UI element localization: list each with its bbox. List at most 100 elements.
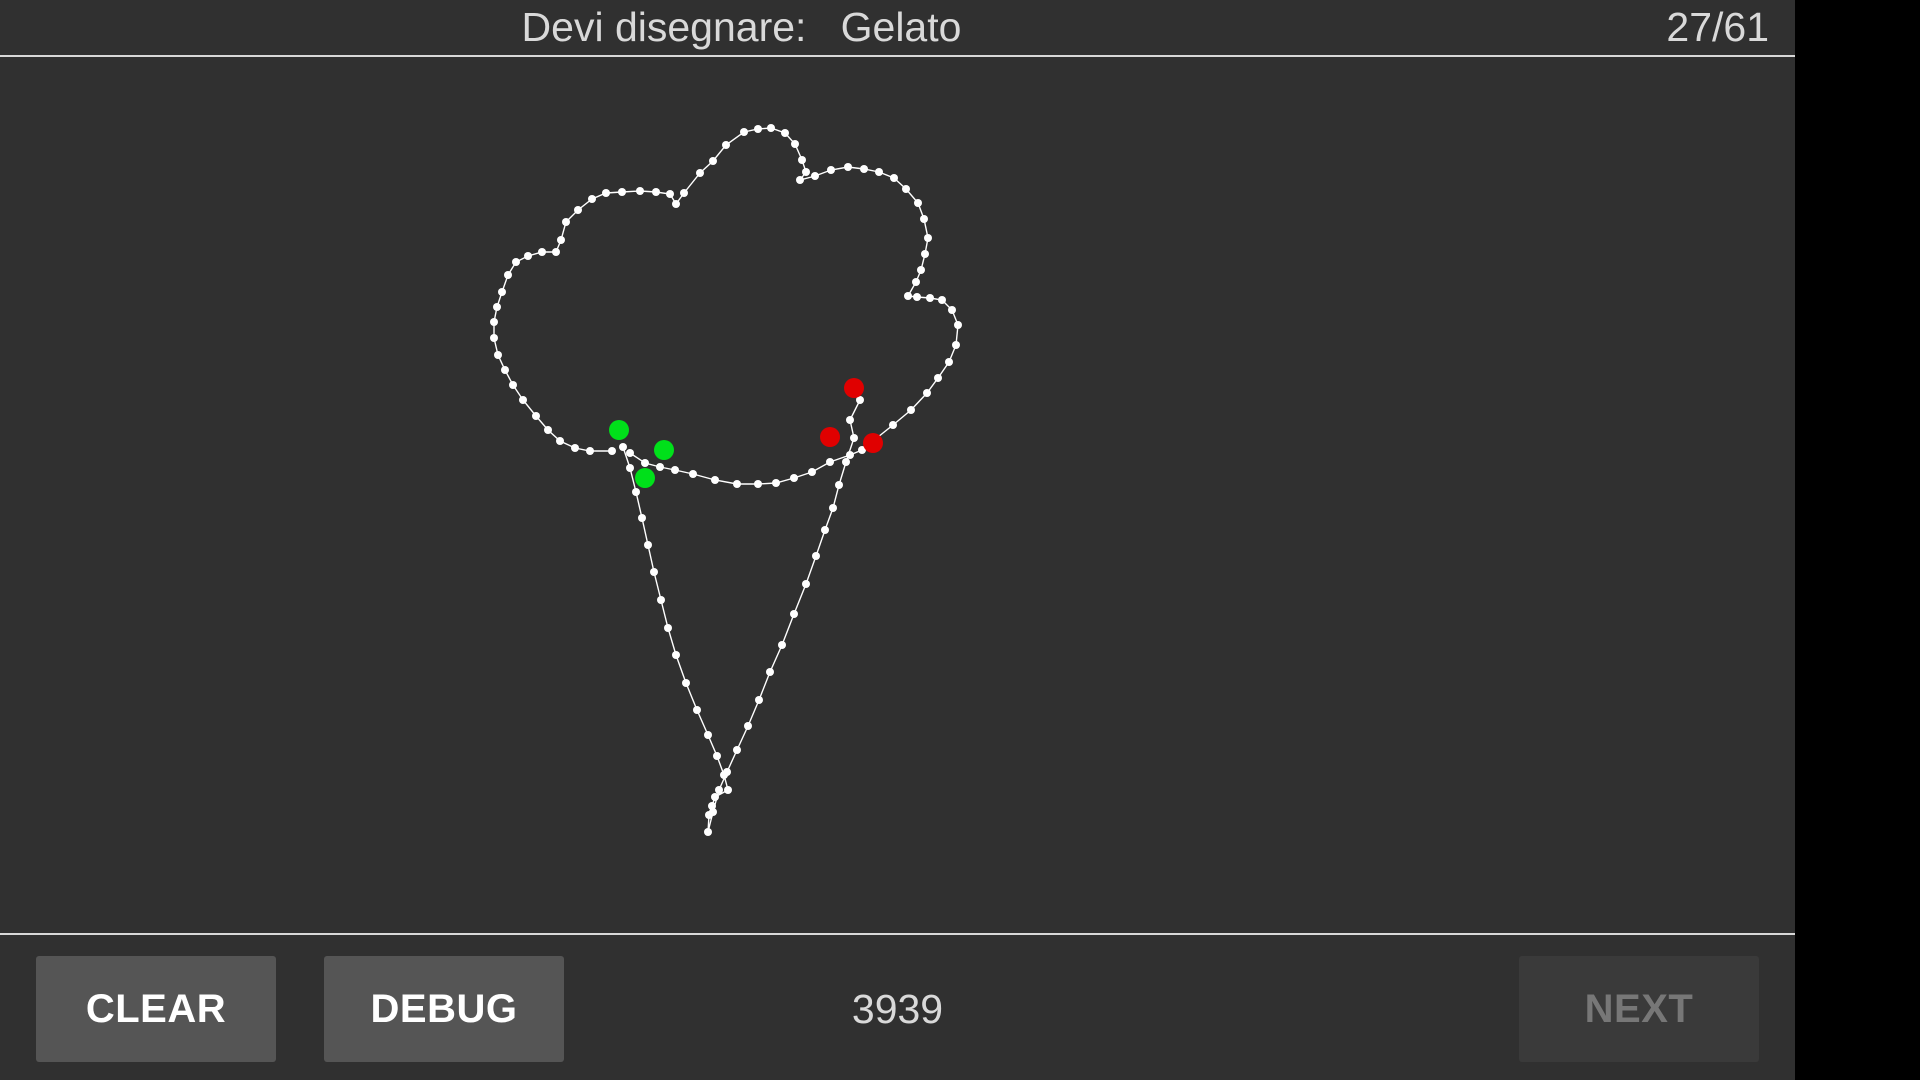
sketch-point (519, 396, 527, 404)
sketch-point (490, 334, 498, 342)
sketch-point (875, 168, 883, 176)
sketch-point (791, 140, 799, 148)
sketch-point (842, 458, 850, 466)
sketch-point (766, 668, 774, 676)
sketch-point (945, 358, 953, 366)
sketch-point (709, 808, 717, 816)
debug-button[interactable]: DEBUG (324, 956, 564, 1062)
sketch-point (538, 248, 546, 256)
sketch-point (671, 466, 679, 474)
sketch-point (923, 389, 931, 397)
sketch-point (921, 250, 929, 258)
sketch-point (917, 266, 925, 274)
sketch-point (493, 303, 501, 311)
sketch-point (490, 318, 498, 326)
sketch-point (532, 412, 540, 420)
sketch-point (713, 752, 721, 760)
sketch-point (934, 374, 942, 382)
sketch-point (664, 624, 672, 632)
sketch-point (954, 321, 962, 329)
sketch-point (722, 141, 730, 149)
sketch-point (796, 176, 804, 184)
sketch-point (704, 731, 712, 739)
sketch-point (498, 288, 506, 296)
sketch-point (890, 174, 898, 182)
sketch-point (696, 169, 704, 177)
sketch-point (744, 722, 752, 730)
sketch-point (672, 200, 680, 208)
sketch-point (829, 504, 837, 512)
sketch-point (811, 172, 819, 180)
correct-marker (654, 440, 674, 460)
sketch-point (724, 786, 732, 794)
sketch-point (586, 447, 594, 455)
next-button[interactable]: NEXT (1519, 956, 1759, 1062)
sketch-point (790, 610, 798, 618)
sketch-point (914, 199, 922, 207)
sketch-point (626, 449, 634, 457)
sketch-point (711, 476, 719, 484)
sketch-point (920, 215, 928, 223)
sketch-point (926, 294, 934, 302)
sketch-point (767, 124, 775, 132)
sketch-point (733, 746, 741, 754)
sketch-point (778, 641, 786, 649)
sketch-point (650, 568, 658, 576)
sketch-point (755, 696, 763, 704)
sketch-point (904, 292, 912, 300)
sketch-point (657, 596, 665, 604)
sketch-point (636, 187, 644, 195)
sketch-point (924, 234, 932, 242)
sketch-point (501, 366, 509, 374)
sketch-point (509, 381, 517, 389)
sketch-point (912, 278, 920, 286)
sketch-point (562, 218, 570, 226)
sketch-point (618, 188, 626, 196)
sketch-point (704, 828, 712, 836)
sketch-point (638, 514, 646, 522)
sketch-point (889, 421, 897, 429)
sketch-point (693, 706, 701, 714)
sketch-point (952, 341, 960, 349)
sketch-stroke (493, 127, 959, 485)
sketch-point (802, 580, 810, 588)
sketch-point (740, 128, 748, 136)
sketch-point (504, 271, 512, 279)
correct-marker (609, 420, 629, 440)
sketch-point (812, 552, 820, 560)
sketch-point (524, 252, 532, 260)
score-value: 3939 (851, 985, 944, 1032)
sketch-point (835, 481, 843, 489)
sketch-point (494, 351, 502, 359)
sketch-point (733, 480, 741, 488)
sketch-point (711, 793, 719, 801)
sketch-point (574, 206, 582, 214)
clear-button[interactable]: CLEAR (36, 956, 276, 1062)
header-bar: Devi disegnare: Gelato 27/61 (0, 0, 1795, 57)
sketch-point (938, 296, 946, 304)
sketch-point (790, 474, 798, 482)
drawing-canvas[interactable] (0, 57, 1795, 934)
sketch-point (588, 195, 596, 203)
sketch-point (680, 189, 688, 197)
wrong-marker (863, 433, 883, 453)
sketch-point (672, 651, 680, 659)
sketch-point (846, 416, 854, 424)
sketch-point (641, 459, 649, 467)
sketch-point (556, 437, 564, 445)
sketch-point (913, 293, 921, 301)
sketch-point (907, 406, 915, 414)
correct-marker (635, 468, 655, 488)
sketch-point (781, 129, 789, 137)
sketch-point (802, 168, 810, 176)
sketch-point (644, 541, 652, 549)
sketch-point (860, 165, 868, 173)
sketch-point (571, 444, 579, 452)
sketch-svg (490, 124, 962, 836)
sketch-point (948, 306, 956, 314)
sketch-point (772, 479, 780, 487)
sketch-point (902, 185, 910, 193)
sketch-point (808, 468, 816, 476)
wrong-marker (820, 427, 840, 447)
sketch-point (608, 447, 616, 455)
